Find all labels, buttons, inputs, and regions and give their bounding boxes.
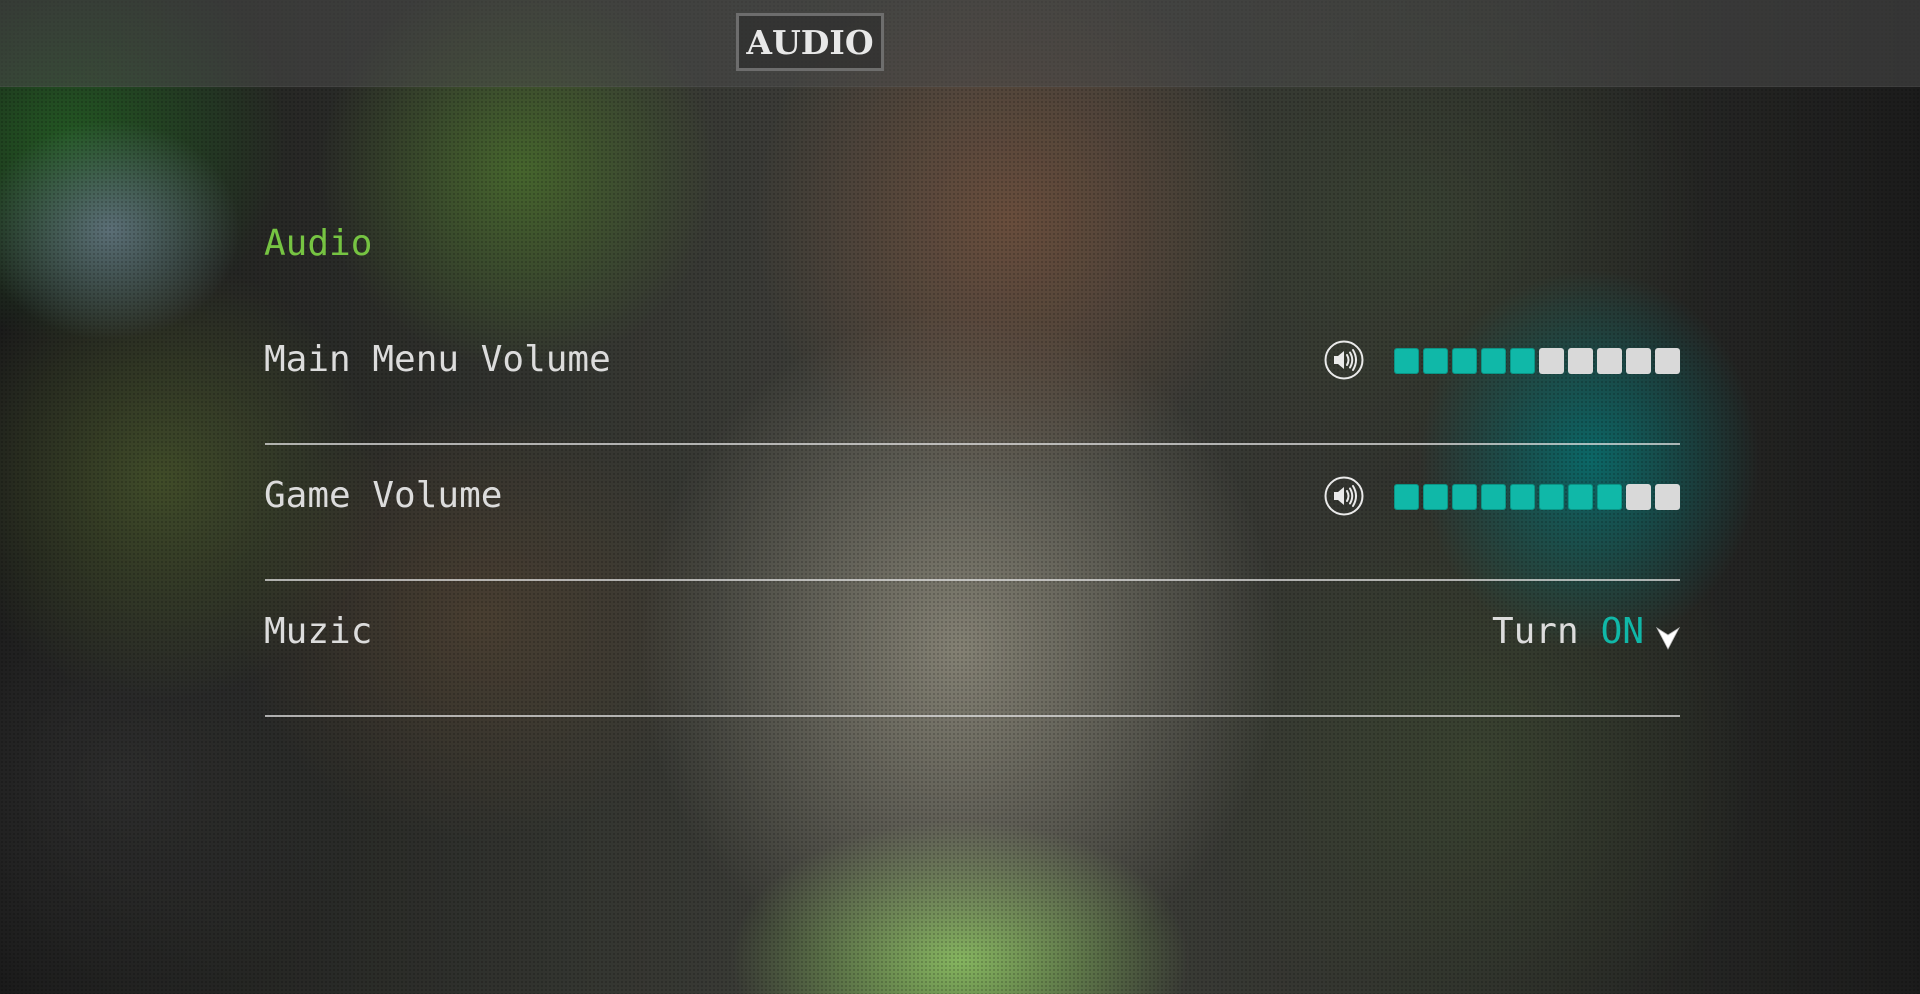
volume-segment[interactable]	[1539, 348, 1564, 374]
volume-segment[interactable]	[1655, 348, 1680, 374]
game-volume-slider[interactable]	[1394, 484, 1680, 510]
volume-segment[interactable]	[1597, 484, 1622, 510]
music-toggle[interactable]: Turn ON	[1491, 611, 1681, 652]
volume-segment[interactable]	[1568, 484, 1593, 510]
speaker-icon[interactable]	[1324, 476, 1364, 516]
audio-settings-screen: AUDIO Audio Main Menu Volume Game Volume	[0, 0, 1920, 994]
main-menu-volume-row: Main Menu Volume	[264, 328, 1680, 445]
music-toggle-state: ON	[1600, 611, 1644, 652]
divider	[265, 443, 1680, 445]
section-title: Audio	[264, 223, 373, 264]
volume-segment[interactable]	[1452, 484, 1477, 510]
divider	[265, 715, 1680, 717]
volume-segment[interactable]	[1510, 348, 1535, 374]
volume-segment[interactable]	[1394, 484, 1419, 510]
game-volume-label: Game Volume	[264, 475, 503, 516]
cursor-arrow-icon	[1655, 619, 1681, 650]
divider	[265, 579, 1680, 581]
main-menu-volume-slider[interactable]	[1394, 348, 1680, 374]
music-toggle-prefix: Turn	[1491, 611, 1579, 652]
volume-segment[interactable]	[1539, 484, 1564, 510]
music-label: Muzic	[264, 611, 373, 652]
volume-segment[interactable]	[1481, 484, 1506, 510]
volume-segment[interactable]	[1423, 484, 1448, 510]
volume-segment[interactable]	[1597, 348, 1622, 374]
volume-segment[interactable]	[1626, 348, 1651, 374]
volume-segment[interactable]	[1568, 348, 1593, 374]
volume-segment[interactable]	[1510, 484, 1535, 510]
volume-segment[interactable]	[1452, 348, 1477, 374]
volume-segment[interactable]	[1394, 348, 1419, 374]
volume-segment[interactable]	[1626, 484, 1651, 510]
tab-audio[interactable]: AUDIO	[736, 13, 884, 71]
volume-segment[interactable]	[1655, 484, 1680, 510]
top-tab-bar: AUDIO	[0, 0, 1920, 87]
volume-segment[interactable]	[1423, 348, 1448, 374]
game-volume-row: Game Volume	[264, 464, 1680, 581]
speaker-icon[interactable]	[1324, 340, 1364, 380]
main-menu-volume-label: Main Menu Volume	[264, 339, 611, 380]
music-row: Muzic Turn ON	[264, 600, 1681, 717]
volume-segment[interactable]	[1481, 348, 1506, 374]
